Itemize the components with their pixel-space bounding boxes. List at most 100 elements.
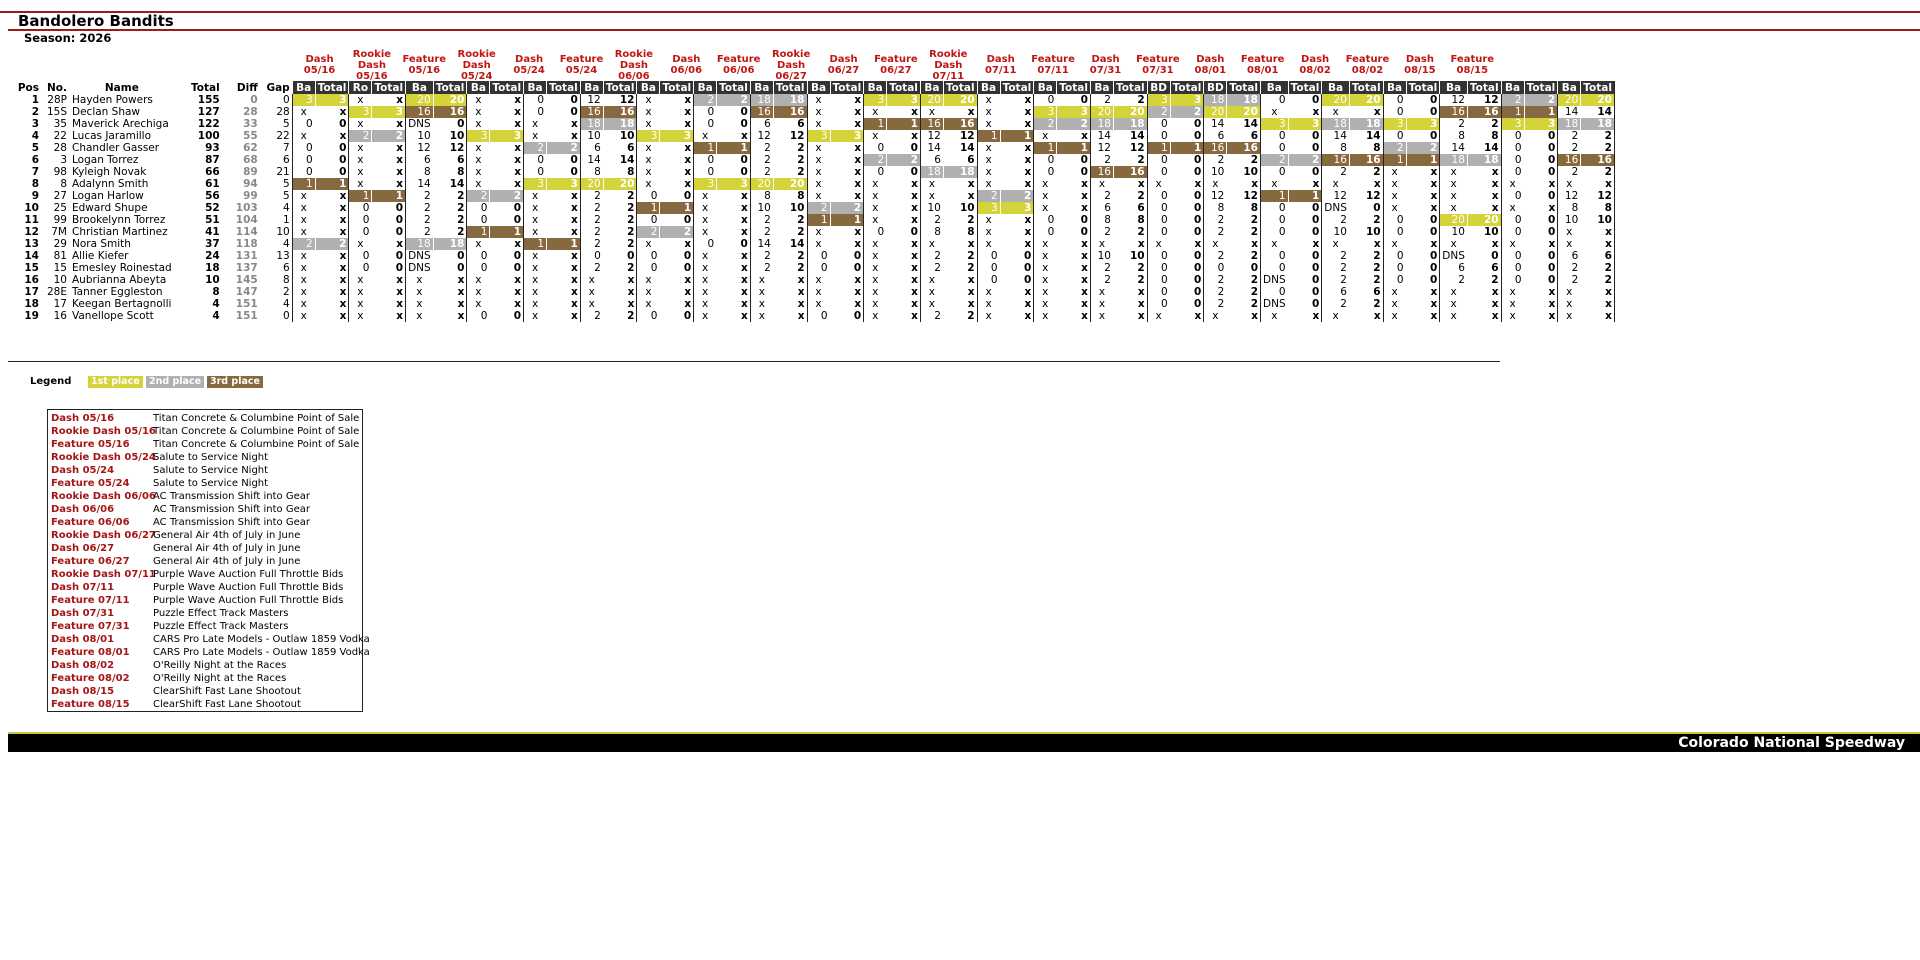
event-list-event[interactable]: Dash 08/02 bbox=[51, 659, 153, 672]
table-row[interactable]: 1 28P Hayden Powers 155 0 0 3 3 x x 20 20 x x 0 0 12 12 x x… bbox=[9, 94, 1615, 106]
event-list-event[interactable]: Dash 08/15 bbox=[51, 685, 153, 698]
event-header[interactable]: Dash 08/02 bbox=[1289, 54, 1342, 76]
event-header[interactable]: Dash 07/31 bbox=[1079, 54, 1132, 76]
table-row[interactable]: 16 10 Aubrianna Abeyta 10 145 8 x x x x x x x x x x x x x x… bbox=[9, 274, 1615, 286]
event-sub-total[interactable]: Total bbox=[999, 81, 1034, 94]
event-list-event[interactable]: Feature 07/31 bbox=[51, 620, 153, 633]
event-list-event[interactable]: Feature 07/11 bbox=[51, 594, 153, 607]
event-sub-class[interactable]: Ba bbox=[693, 81, 717, 94]
event-sub-class[interactable]: Ba bbox=[919, 81, 944, 94]
event-list-event[interactable]: Rookie Dash 06/06 bbox=[51, 490, 156, 503]
table-row[interactable]: 9 27 Logan Harlow 56 99 5 x x 1 1 2 2 2 2 x x 2 2 0 0 x x 8 8 x x… bbox=[9, 190, 1615, 202]
event-header[interactable]: Dash 08/01 bbox=[1184, 54, 1237, 76]
event-header[interactable]: Dash 05/24 bbox=[503, 54, 556, 76]
event-sub-total[interactable]: Total bbox=[546, 81, 581, 94]
event-sub-total[interactable]: Total bbox=[602, 81, 637, 94]
event-sub-total[interactable]: Total bbox=[1169, 81, 1204, 94]
event-list-event[interactable]: Dash 05/16 bbox=[51, 412, 153, 425]
col-name[interactable]: Name bbox=[70, 81, 175, 94]
col-total[interactable]: Total bbox=[174, 81, 222, 94]
event-sub-class[interactable]: Ba bbox=[1557, 81, 1581, 94]
event-sub-total[interactable]: Total bbox=[1580, 81, 1615, 94]
event-list-event[interactable]: Dash 05/24 bbox=[51, 464, 153, 477]
table-row[interactable]: 18 17 Keegan Bertagnolli 4 151 4 x x x x x x x x x x x x x… bbox=[9, 298, 1615, 310]
event-list-event[interactable]: Feature 06/06 bbox=[51, 516, 153, 529]
event-header[interactable]: Dash 06/06 bbox=[660, 54, 713, 76]
table-row[interactable]: 10 25 Edward Shupe 52 103 4 x x 0 0 2 2 0 0 x x 2 2 1 1 x x 10… bbox=[9, 202, 1615, 214]
table-row[interactable]: 7 98 Kyleigh Novak 66 89 21 0 0 x x 8 8 x x 0 0 8 8 x x 0 0 2 2… bbox=[9, 166, 1615, 178]
event-header[interactable]: Rookie Dash 07/11 bbox=[922, 49, 975, 82]
event-sub-class[interactable]: Ba bbox=[405, 81, 434, 94]
event-header[interactable]: Feature 07/11 bbox=[1027, 54, 1080, 76]
event-list-event[interactable]: Rookie Dash 05/24 bbox=[51, 451, 156, 464]
event-sub-total[interactable]: Total bbox=[1348, 81, 1384, 94]
event-sub-class[interactable]: Ba bbox=[636, 81, 660, 94]
event-sub-total[interactable]: Total bbox=[829, 81, 864, 94]
event-list-event[interactable]: Feature 05/24 bbox=[51, 477, 153, 490]
event-header[interactable]: Feature 08/01 bbox=[1236, 54, 1289, 76]
event-list-event[interactable]: Feature 05/16 bbox=[51, 438, 153, 451]
event-header[interactable]: Feature 07/31 bbox=[1131, 54, 1184, 76]
event-sub-total[interactable]: Total bbox=[886, 81, 921, 94]
table-row[interactable]: 15 15 Emesley Roinestad 18 137 6 x x 0 0 DNS 0 0 0 x x 2… bbox=[9, 262, 1615, 274]
event-list-event[interactable]: Feature 08/15 bbox=[51, 698, 153, 711]
event-sub-total[interactable]: Total bbox=[1405, 81, 1440, 94]
event-list-event[interactable]: Feature 08/01 bbox=[51, 646, 153, 659]
event-sub-total[interactable]: Total bbox=[772, 81, 807, 94]
event-sub-class[interactable]: Ba bbox=[749, 81, 774, 94]
event-sub-total[interactable]: Total bbox=[371, 81, 406, 94]
col-pos[interactable]: Pos bbox=[9, 81, 42, 94]
event-sub-total[interactable]: Total bbox=[489, 81, 524, 94]
event-header[interactable]: Feature 06/27 bbox=[869, 54, 922, 76]
event-sub-total[interactable]: Total bbox=[1056, 81, 1091, 94]
event-sub-total[interactable]: Total bbox=[1287, 81, 1322, 94]
event-sub-total[interactable]: Total bbox=[1112, 81, 1148, 94]
col-diff[interactable]: Diff bbox=[222, 81, 260, 94]
event-header[interactable]: Rookie Dash 06/27 bbox=[765, 49, 818, 82]
event-sub-total[interactable]: Total bbox=[942, 81, 978, 94]
table-row[interactable]: 11 99 Brookelynn Torrez 51 104 1 x x 0 0 2 2 0 0 x x 2 2 0… bbox=[9, 214, 1615, 226]
event-list-event[interactable]: Rookie Dash 05/16 bbox=[51, 425, 156, 438]
event-list-event[interactable]: Dash 08/01 bbox=[51, 633, 153, 646]
table-row[interactable]: 17 28E Tanner Eggleston 8 147 2 x x x x x x x x x x x x x x… bbox=[9, 286, 1615, 298]
table-row[interactable]: 2 15S Declan Shaw 127 28 28 x x 3 3 16 16 x x 0 0 16 16 x x… bbox=[9, 106, 1615, 118]
event-header[interactable]: Rookie Dash 06/06 bbox=[607, 49, 660, 82]
event-sub-class[interactable]: Ba bbox=[579, 81, 604, 94]
event-list-event[interactable]: Dash 06/06 bbox=[51, 503, 153, 516]
event-sub-class[interactable]: Ba bbox=[291, 81, 316, 94]
table-row[interactable]: 3 35 Maverick Arechiga 122 33 5 0 0 x x DNS 0 x x x x 18… bbox=[9, 118, 1615, 130]
event-header[interactable]: Feature 08/02 bbox=[1341, 54, 1394, 76]
event-sub-total[interactable]: Total bbox=[314, 81, 349, 94]
event-header[interactable]: Feature 08/15 bbox=[1446, 54, 1499, 76]
event-sub-class[interactable]: Ba bbox=[976, 81, 1001, 94]
table-row[interactable]: 19 16 Vanellope Scott 4 151 0 x x x x x x 0 0 x x 2 2 0 0 x x… bbox=[9, 310, 1615, 322]
event-header[interactable]: Dash 07/11 bbox=[974, 54, 1027, 76]
event-sub-class[interactable]: BD bbox=[1203, 81, 1227, 94]
event-sub-total[interactable]: Total bbox=[432, 81, 467, 94]
event-header[interactable]: Dash 06/27 bbox=[817, 54, 870, 76]
event-sub-class[interactable]: Ba bbox=[1089, 81, 1114, 94]
event-sub-class[interactable]: Ba bbox=[523, 81, 547, 94]
table-row[interactable]: 4 22 Lucas Jaramillo 100 55 22 x x 2 2 10 10 3 3 x x 10 1… bbox=[9, 130, 1615, 142]
event-header[interactable]: Feature 06/06 bbox=[712, 54, 765, 76]
event-list-event[interactable]: Rookie Dash 07/11 bbox=[51, 568, 156, 581]
event-list-event[interactable]: Dash 06/27 bbox=[51, 542, 153, 555]
event-list-event[interactable]: Dash 07/11 bbox=[51, 581, 153, 594]
event-sub-class[interactable]: Ba bbox=[1321, 81, 1350, 94]
table-row[interactable]: 8 8 Adalynn Smith 61 94 5 1 1 x x 14 14 x x 3 3 20 20 x x 3 3… bbox=[9, 178, 1615, 190]
event-sub-total[interactable]: Total bbox=[1466, 81, 1502, 94]
event-sub-total[interactable]: Total bbox=[1226, 81, 1261, 94]
event-sub-class[interactable]: Ba bbox=[1260, 81, 1289, 94]
event-sub-class[interactable]: Ro bbox=[348, 81, 372, 94]
event-sub-class[interactable]: Ba bbox=[1500, 81, 1525, 94]
event-sub-class[interactable]: Ba bbox=[466, 81, 490, 94]
event-list-event[interactable]: Rookie Dash 06/27 bbox=[51, 529, 156, 542]
col-no[interactable]: No. bbox=[42, 81, 70, 94]
event-sub-class[interactable]: BD bbox=[1146, 81, 1171, 94]
col-gap[interactable]: Gap bbox=[260, 81, 292, 94]
event-sub-total[interactable]: Total bbox=[659, 81, 694, 94]
event-header[interactable]: Dash 08/15 bbox=[1393, 54, 1446, 76]
event-header[interactable]: Feature 05/16 bbox=[398, 54, 451, 76]
table-row[interactable]: 5 28 Chandler Gasser 93 62 7 0 0 x x 12 12 x x 2 2 6 6 x x 1… bbox=[9, 142, 1615, 154]
table-row[interactable]: 13 29 Nora Smith 37 118 4 2 2 x x 18 18 x x 1 1 2 2 x x 0 0 14… bbox=[9, 238, 1615, 250]
